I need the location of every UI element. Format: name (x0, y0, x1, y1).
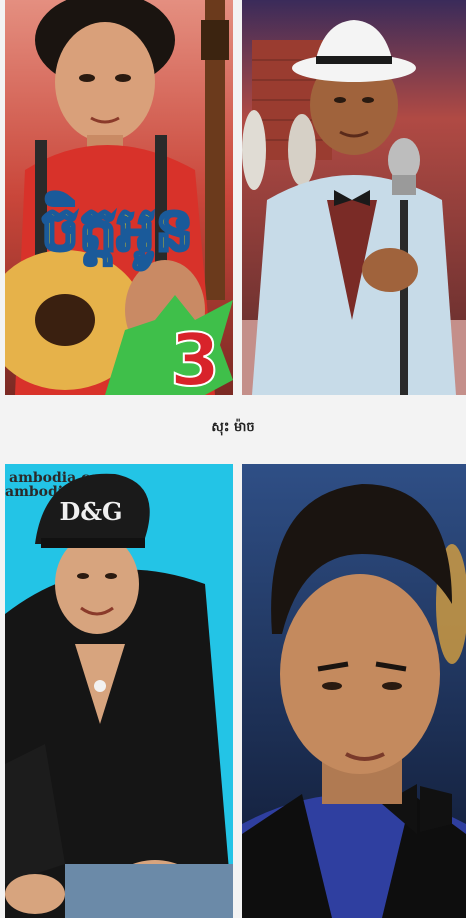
album-title-text: ចិត្តអូន (41, 191, 193, 270)
cap-logo-text: D&G (60, 497, 123, 526)
selfie-singer-image (242, 464, 466, 918)
selfie-singer-photo[interactable] (242, 464, 466, 918)
young-singer-photo[interactable]: ambodia.com ambodia.com D&G (5, 464, 233, 918)
photo-caption: សុះ ម៉ាច (211, 419, 255, 435)
album-number-text: 3 (170, 318, 220, 395)
album-cover-image: ចិត្តអូន 3 (5, 0, 233, 395)
stage-singer-image (242, 0, 466, 395)
young-singer-image: ambodia.com ambodia.com D&G (5, 464, 233, 918)
stage-singer-photo[interactable] (242, 0, 466, 395)
album-cover-photo[interactable]: ចិត្តអូន 3 (5, 0, 233, 395)
